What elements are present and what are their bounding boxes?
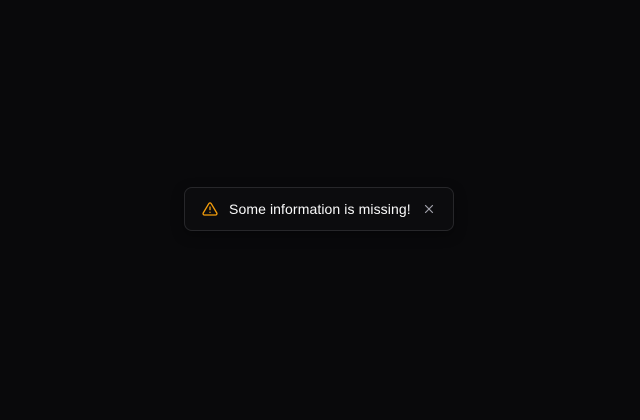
close-button[interactable] [419, 199, 439, 219]
warning-triangle-icon [201, 200, 219, 218]
close-icon [424, 204, 433, 214]
app-background: Some information is missing! [0, 0, 640, 420]
toast-message: Some information is missing! [229, 201, 411, 217]
warning-toast: Some information is missing! [184, 187, 454, 231]
